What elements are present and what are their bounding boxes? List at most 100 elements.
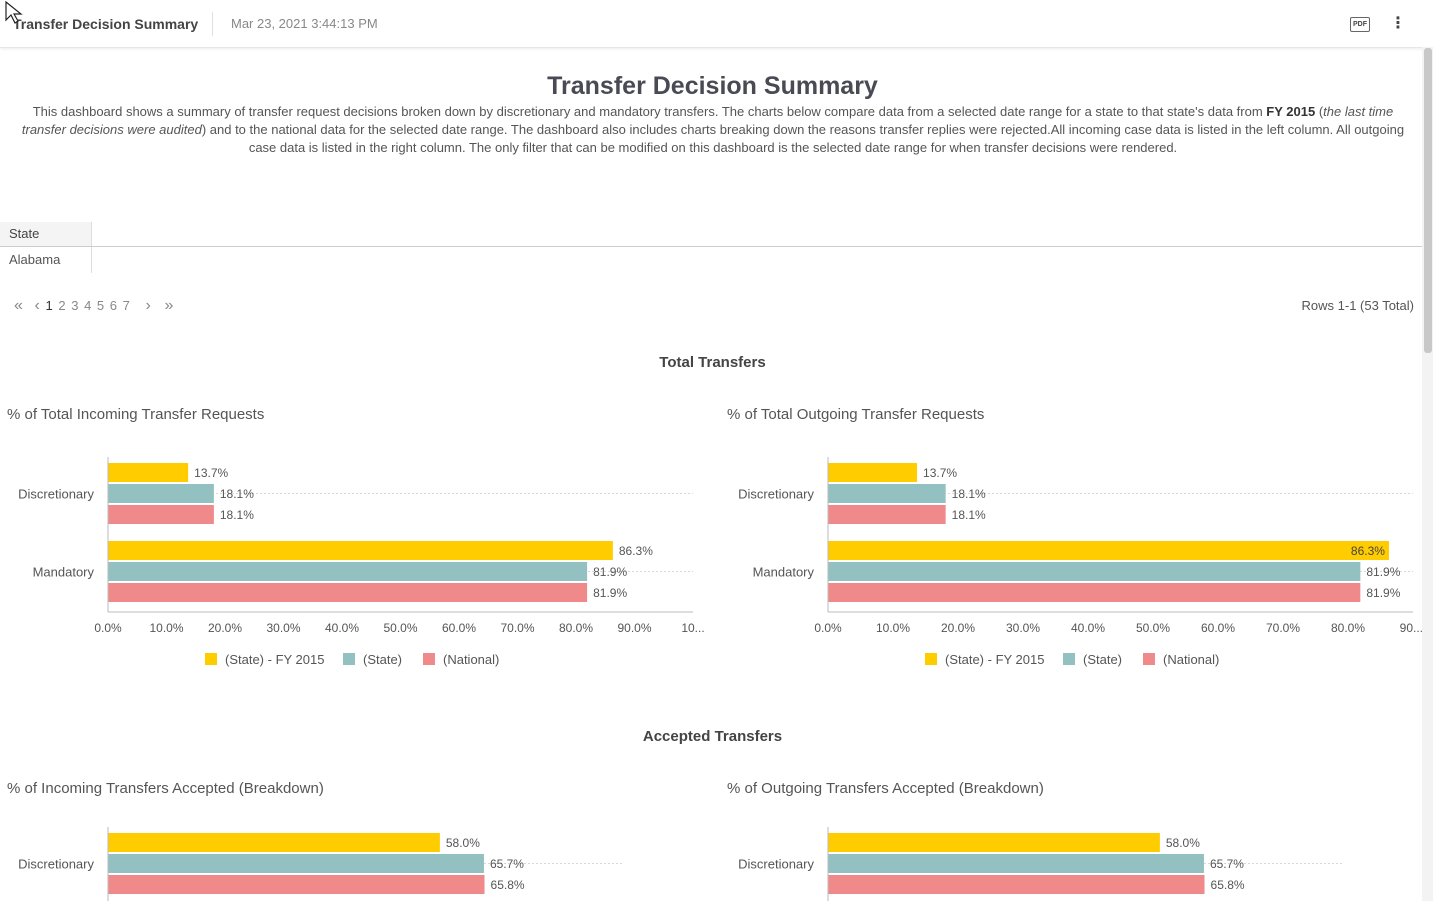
scrollbar-thumb[interactable] (1424, 48, 1432, 353)
data-label: 18.1% (952, 508, 986, 522)
bar (108, 463, 189, 482)
data-label: 58.0% (1166, 836, 1200, 850)
category-label: Discretionary (738, 857, 814, 872)
data-label: 13.7% (923, 466, 957, 480)
chart-title-incoming-total: % of Total Incoming Transfer Requests (7, 406, 265, 423)
tick-label: 20.0% (208, 621, 242, 635)
data-label: 81.9% (593, 565, 627, 579)
page-number[interactable]: 6 (110, 298, 117, 313)
data-label: 65.8% (1211, 878, 1245, 892)
tick-label: 60.0% (442, 621, 476, 635)
page-number[interactable]: 1 (45, 298, 52, 313)
tick-label: 10.0% (149, 621, 183, 635)
page-number[interactable]: 5 (97, 298, 104, 313)
bar (828, 541, 1389, 560)
tick-label: 0.0% (94, 621, 122, 635)
data-label: 18.1% (952, 487, 986, 501)
legend-label: (National) (1163, 652, 1219, 667)
legend-label: (National) (443, 652, 499, 667)
pagination: « ‹ 1 2 3 4 5 6 7 › » (14, 297, 175, 315)
category-label: Discretionary (738, 487, 814, 502)
tick-label: 80.0% (559, 621, 593, 635)
bar (828, 583, 1361, 602)
bar (108, 484, 214, 503)
first-page-icon[interactable]: « (14, 297, 23, 315)
data-label: 18.1% (220, 508, 254, 522)
dashboard-title: Transfer Decision Summary (13, 16, 199, 32)
tick-label: 10.0% (876, 621, 910, 635)
data-label: 81.9% (1366, 565, 1400, 579)
legend-label: (State) (363, 652, 402, 667)
tick-label: 70.0% (1266, 621, 1300, 635)
tick-label: 90.... (1400, 621, 1422, 635)
tick-label: 20.0% (941, 621, 975, 635)
next-page-icon[interactable]: › (146, 297, 151, 315)
tick-label: 30.0% (266, 621, 300, 635)
bar (828, 484, 946, 503)
incoming-total-chart: Discretionary 13.7% 18.1% 18.1% Mandatory 86.… (18, 457, 705, 667)
data-label: 13.7% (194, 466, 228, 480)
legend-swatch (1143, 653, 1155, 665)
rows-count: Rows 1-1 (53 Total) (1301, 298, 1414, 313)
prev-page-icon[interactable]: ‹ (35, 297, 40, 315)
tick-label: 0.0% (814, 621, 842, 635)
page-number[interactable]: 4 (84, 298, 91, 313)
outgoing-total-chart: Discretionary 13.7% 18.1% 18.1% Mandatory 86.… (738, 457, 1422, 667)
tick-label: 90.0% (617, 621, 651, 635)
incoming-accepted-chart: Discretionary 58.0% 65.7% 65.8% (18, 827, 623, 901)
tick-label: 10... (681, 621, 704, 635)
legend-swatch (925, 653, 937, 665)
chart-title-incoming-accepted: % of Incoming Transfers Accepted (Breakd… (7, 780, 324, 797)
timestamp: Mar 23, 2021 3:44:13 PM (231, 16, 378, 31)
bar (828, 833, 1160, 852)
bar (108, 505, 214, 524)
tick-label: 50.0% (383, 621, 417, 635)
dashboard-description: This dashboard shows a summary of transf… (21, 104, 1405, 155)
top-bar: Transfer Decision Summary Mar 23, 2021 3… (0, 0, 1433, 48)
data-label: 86.3% (1351, 544, 1385, 558)
table-row[interactable]: Alabama (0, 247, 92, 273)
data-label: 86.3% (619, 544, 653, 558)
bar (828, 463, 918, 482)
legend-label: (State) - FY 2015 (945, 652, 1044, 667)
tick-label: 40.0% (1071, 621, 1105, 635)
page-number[interactable]: 3 (71, 298, 78, 313)
data-label: 65.7% (490, 857, 524, 871)
section-title-accepted-transfers: Accepted Transfers (642, 728, 783, 745)
legend-label: (State) (1083, 652, 1122, 667)
legend-swatch (205, 653, 217, 665)
legend-label: (State) - FY 2015 (225, 652, 324, 667)
last-page-icon[interactable]: » (164, 297, 173, 315)
bar (828, 875, 1205, 894)
table-header-divider (0, 246, 1422, 247)
bar (828, 505, 946, 524)
pdf-export-button[interactable]: PDF (1350, 17, 1370, 32)
legend-swatch (423, 653, 435, 665)
outgoing-accepted-chart: Discretionary 58.0% 65.7% 65.8% (738, 827, 1343, 901)
data-label: 81.9% (1366, 586, 1400, 600)
data-label: 65.7% (1210, 857, 1244, 871)
page-title: Transfer Decision Summary (547, 72, 878, 100)
header-divider (212, 12, 213, 36)
category-label: Discretionary (18, 487, 94, 502)
more-options-icon[interactable]: ⋮ (1390, 14, 1406, 34)
bar (828, 854, 1204, 873)
tick-label: 70.0% (500, 621, 534, 635)
tick-label: 50.0% (1136, 621, 1170, 635)
legend-swatch (1063, 653, 1075, 665)
page-number[interactable]: 2 (58, 298, 65, 313)
tick-label: 30.0% (1006, 621, 1040, 635)
chart-title-outgoing-accepted: % of Outgoing Transfers Accepted (Breakd… (727, 780, 1044, 797)
category-label: Mandatory (33, 565, 95, 580)
bar (108, 875, 485, 894)
page-number[interactable]: 7 (123, 298, 130, 313)
bar (108, 562, 588, 581)
table-header-state[interactable]: State (0, 222, 92, 246)
category-label: Discretionary (18, 857, 94, 872)
data-label: 58.0% (446, 836, 480, 850)
bar (108, 541, 613, 560)
section-title-total-transfers: Total Transfers (659, 354, 766, 371)
tick-label: 40.0% (325, 621, 359, 635)
data-label: 81.9% (593, 586, 627, 600)
tick-label: 80.0% (1331, 621, 1365, 635)
